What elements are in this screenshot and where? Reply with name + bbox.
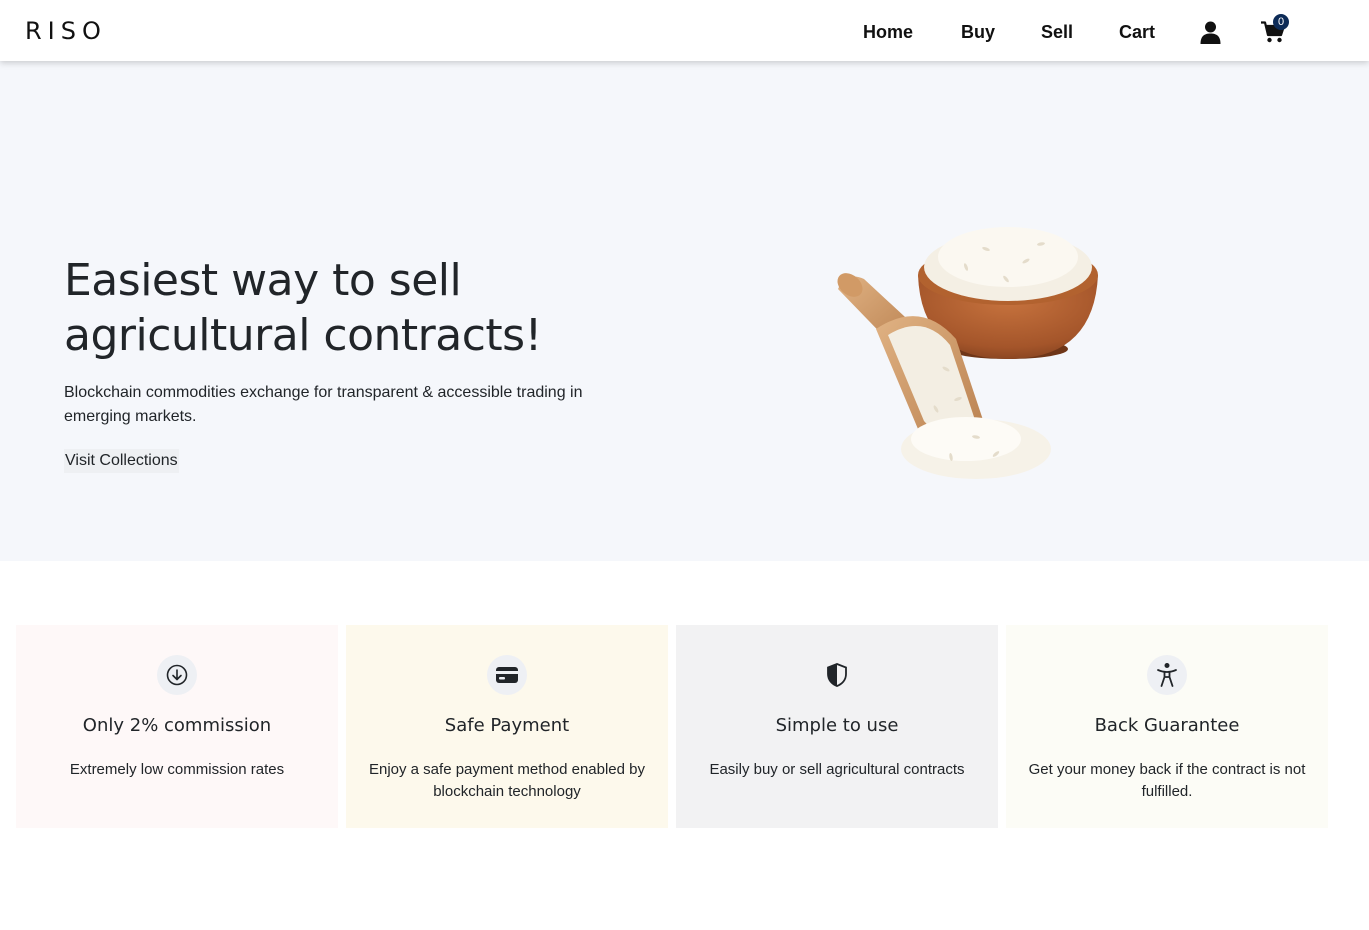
cart-count-badge: 0 xyxy=(1273,14,1289,30)
visit-collections-button[interactable]: Visit Collections xyxy=(64,449,179,473)
feature-title: Simple to use xyxy=(775,715,899,736)
rice-bowl-image xyxy=(837,227,1098,479)
navbar: RISO Home Buy Sell Cart 0 xyxy=(0,0,1369,61)
feature-title: Back Guarantee xyxy=(1094,715,1240,736)
feature-card-safe-payment: Safe Payment Enjoy a safe payment method… xyxy=(346,625,668,828)
accessibility-icon xyxy=(1147,655,1187,695)
shield-icon xyxy=(817,655,857,695)
feature-description: Extremely low commission rates xyxy=(69,761,285,778)
feature-title: Safe Payment xyxy=(444,715,570,736)
feature-card-guarantee: Back Guarantee Get your money back if th… xyxy=(1006,625,1328,828)
brand-logo[interactable]: RISO xyxy=(25,17,107,45)
hero-subtitle: Blockchain commodities exchange for tran… xyxy=(64,384,583,425)
hero-section: Easiest way to sell agricultural contrac… xyxy=(0,61,1369,561)
feature-title: Only 2% commission xyxy=(82,715,272,736)
arrow-down-circle-icon xyxy=(157,655,197,695)
nav-buy-link[interactable]: Buy xyxy=(961,22,995,43)
feature-description: Enjoy a safe payment method enabled by b… xyxy=(368,761,645,800)
feature-card-simple: Simple to use Easily buy or sell agricul… xyxy=(676,625,998,828)
nav-cart-link[interactable]: Cart xyxy=(1119,22,1155,43)
feature-card-commission: Only 2% commission Extremely low commiss… xyxy=(16,625,338,828)
nav-sell-link[interactable]: Sell xyxy=(1041,22,1073,43)
feature-description: Easily buy or sell agricultural contract… xyxy=(709,761,965,778)
hero-title: Easiest way to sell agricultural contrac… xyxy=(64,255,542,361)
user-icon[interactable] xyxy=(1200,21,1221,49)
nav-home-link[interactable]: Home xyxy=(863,22,913,43)
feature-description: Get your money back if the contract is n… xyxy=(1028,761,1306,800)
credit-card-icon xyxy=(487,655,527,695)
